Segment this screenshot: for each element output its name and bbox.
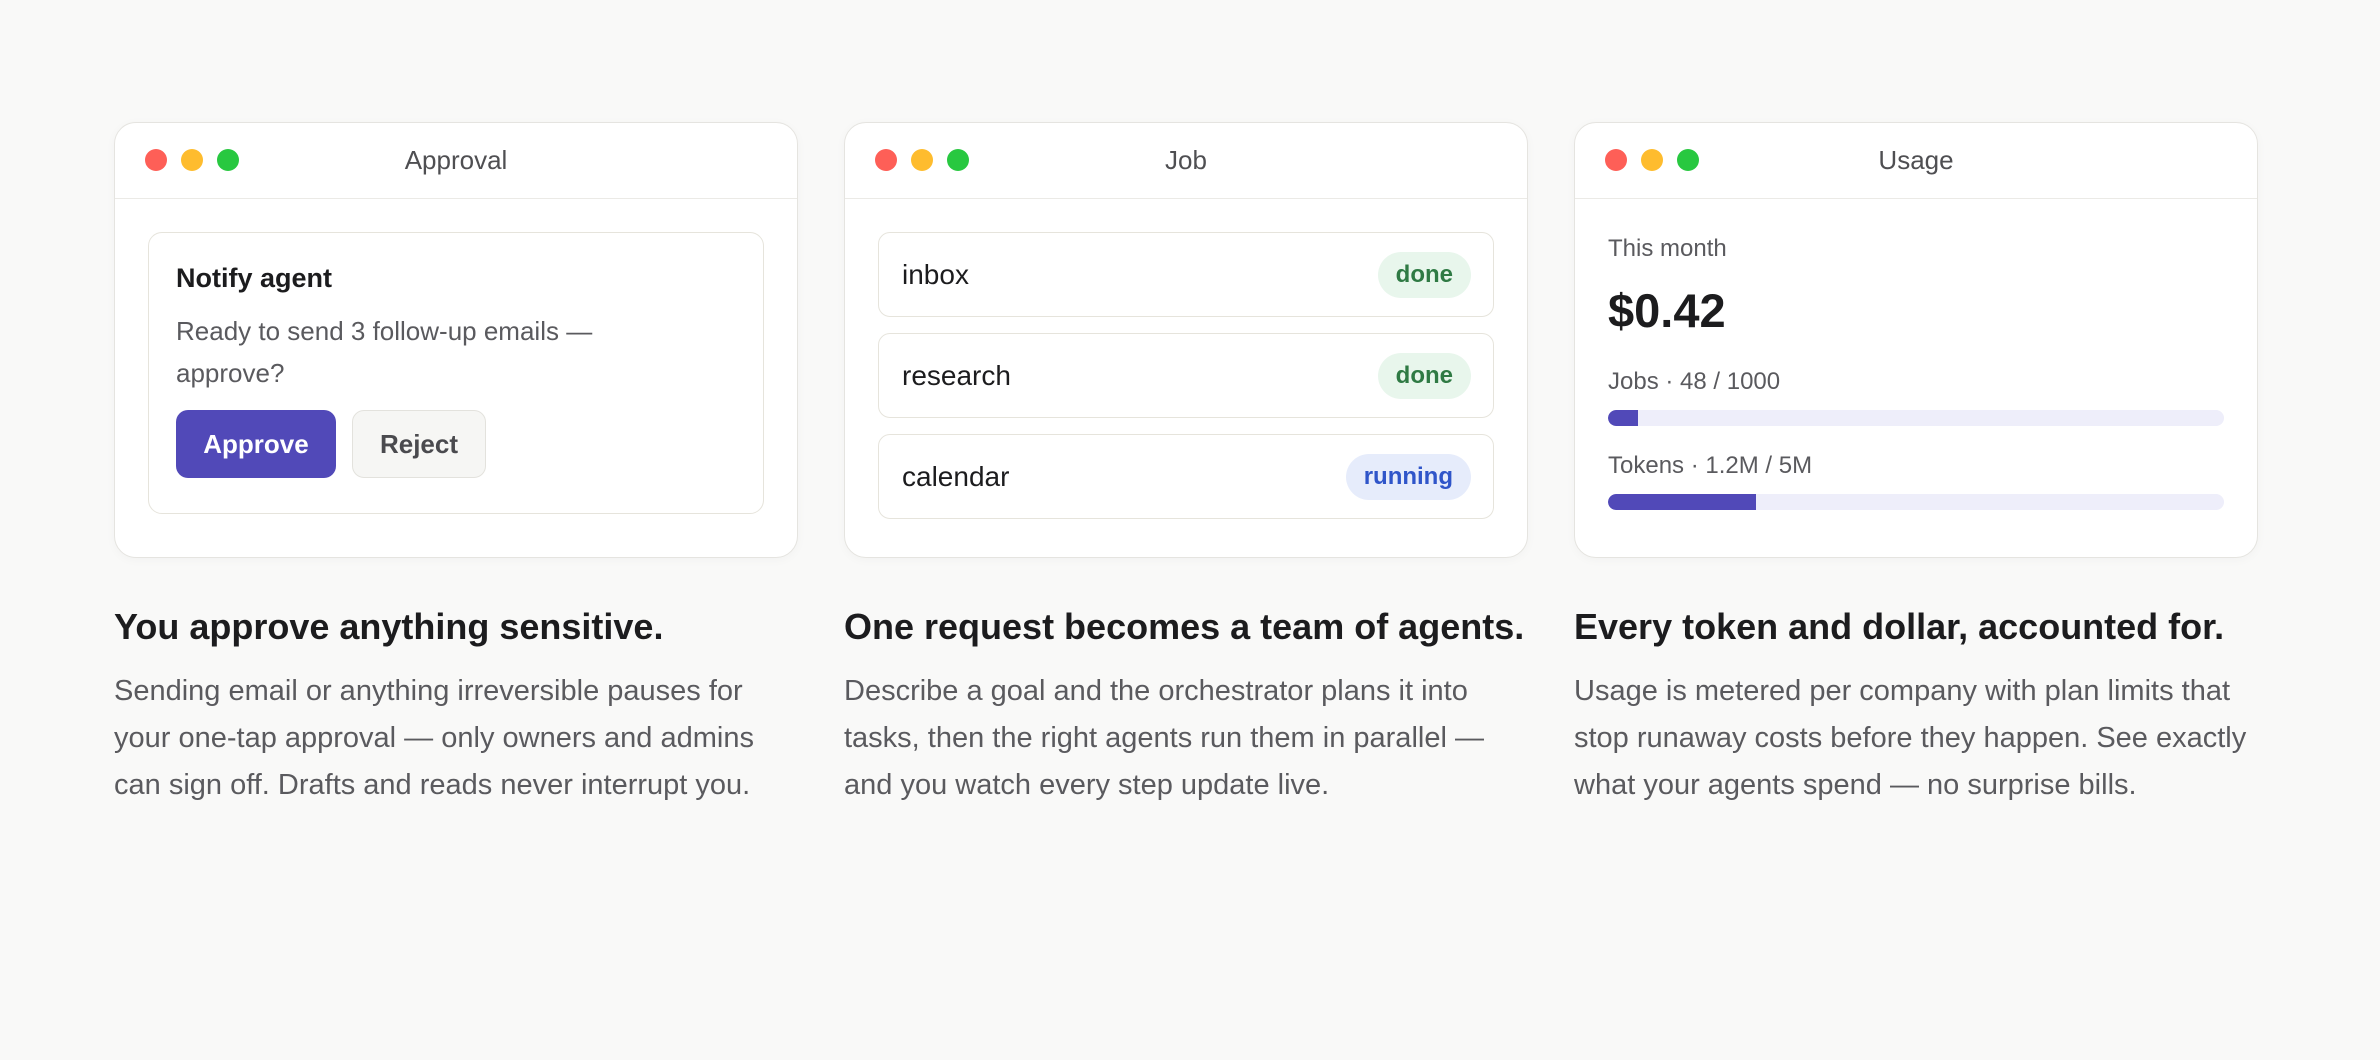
usage-amount: $0.42 xyxy=(1608,284,1726,337)
maximize-dot-icon xyxy=(947,149,969,171)
feature-description: Usage is metered per company with plan l… xyxy=(1574,675,2247,801)
close-dot-icon xyxy=(875,149,897,171)
job-row-inbox: inbox done xyxy=(878,232,1494,317)
status-badge: done xyxy=(1377,251,1471,298)
close-dot-icon xyxy=(1605,149,1627,171)
jobs-meter-label: Jobs · 48 / 1000 xyxy=(1608,368,1781,395)
job-window: Job inbox done research done calendar ru… xyxy=(844,122,1528,558)
maximize-dot-icon xyxy=(1677,149,1699,171)
close-dot-icon xyxy=(145,149,167,171)
tokens-meter xyxy=(1608,494,2224,510)
approval-card-text: Ready to send 3 follow-up emails — appro… xyxy=(176,316,593,388)
minimize-dot-icon xyxy=(911,149,933,171)
window-controls xyxy=(1605,149,1699,171)
window-title: Usage xyxy=(1878,145,1954,175)
approve-button[interactable]: Approve xyxy=(176,410,336,478)
feature-heading: Every token and dollar, accounted for. xyxy=(1574,606,2225,647)
window-titlebar: Usage xyxy=(1575,123,2257,199)
minimize-dot-icon xyxy=(1641,149,1663,171)
approval-card: Notify agent Ready to send 3 follow-up e… xyxy=(148,232,764,514)
usage-period-label: This month xyxy=(1608,235,1727,262)
job-list: inbox done research done calendar runnin… xyxy=(878,232,1494,519)
window-body: This month $0.42 Jobs · 48 / 1000 Tokens… xyxy=(1575,199,2257,510)
maximize-dot-icon xyxy=(217,149,239,171)
job-name: inbox xyxy=(902,258,969,290)
job-name: calendar xyxy=(902,460,1010,492)
feature-approval: Approval Notify agent Ready to send 3 fo… xyxy=(114,122,798,809)
feature-description: Describe a goal and the orchestrator pla… xyxy=(844,675,1484,801)
feature-heading: One request becomes a team of agents. xyxy=(844,606,1525,647)
job-name: research xyxy=(902,359,1011,391)
job-row-research: research done xyxy=(878,333,1494,418)
jobs-meter-fill xyxy=(1608,410,1638,426)
window-body: inbox done research done calendar runnin… xyxy=(845,199,1527,519)
window-title: Job xyxy=(1165,145,1207,175)
jobs-meter xyxy=(1608,410,2224,426)
feature-description: Sending email or anything irreversible p… xyxy=(114,675,754,801)
feature-usage: Usage This month $0.42 Jobs · 48 / 1000 … xyxy=(1574,122,2258,809)
usage-window: Usage This month $0.42 Jobs · 48 / 1000 … xyxy=(1574,122,2258,558)
job-row-calendar: calendar running xyxy=(878,434,1494,519)
minimize-dot-icon xyxy=(181,149,203,171)
tokens-meter-fill xyxy=(1608,494,1756,510)
feature-job: Job inbox done research done calendar ru… xyxy=(844,122,1528,809)
approval-card-title: Notify agent xyxy=(176,263,333,293)
tokens-meter-label: Tokens · 1.2M / 5M xyxy=(1608,452,1813,479)
window-title: Approval xyxy=(404,145,508,175)
window-controls xyxy=(875,149,969,171)
approval-window: Approval Notify agent Ready to send 3 fo… xyxy=(114,122,798,558)
reject-button[interactable]: Reject xyxy=(352,410,486,478)
window-titlebar: Job xyxy=(845,123,1527,199)
window-titlebar: Approval xyxy=(115,123,797,199)
approval-actions: Approve Reject xyxy=(176,410,736,478)
status-badge: running xyxy=(1345,453,1471,500)
window-body: Notify agent Ready to send 3 follow-up e… xyxy=(115,199,797,514)
status-badge: done xyxy=(1377,352,1471,399)
window-controls xyxy=(145,149,239,171)
features-row: Approval Notify agent Ready to send 3 fo… xyxy=(114,122,2258,809)
feature-heading: You approve anything sensitive. xyxy=(114,606,664,647)
